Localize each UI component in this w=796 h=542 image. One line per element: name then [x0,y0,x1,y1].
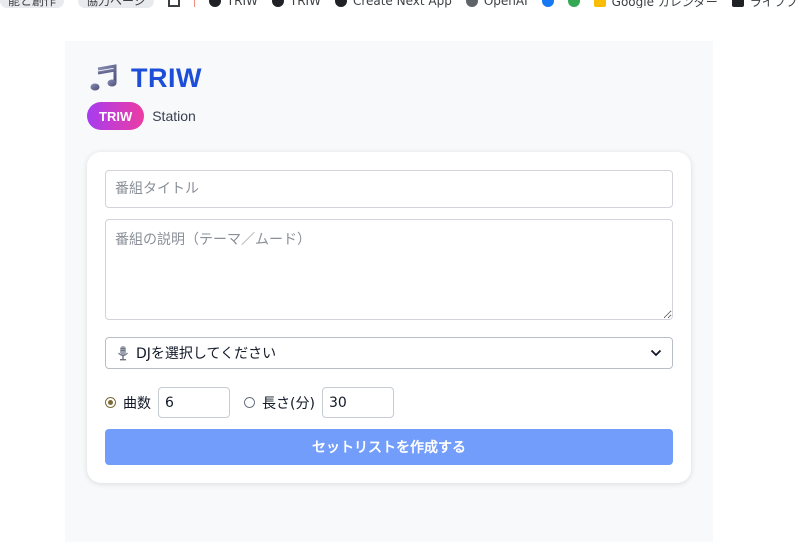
bookmark-item[interactable]: OpenAI [465,0,528,8]
google-calendar-icon [593,0,606,7]
facebook-bookmark[interactable] [541,0,554,7]
dj-select[interactable]: DJを選択してください [105,337,673,369]
brand-row: TRIW Station [87,102,196,130]
duration-label: 長さ(分) [262,395,315,412]
bookmarks-bar: 能と創作 協力ページ TRIW TRIW Create Next App Ope… [0,0,796,8]
nextjs-favicon-icon [334,0,347,7]
dj-select-value: DJを選択してください [136,346,277,362]
bookmark-item[interactable]: Google カレンダー [593,0,718,8]
bookmark-item[interactable] [567,0,580,7]
bookmark-item[interactable]: 能と創作 [0,0,65,8]
radio-duration[interactable] [244,397,255,408]
app-panel: TRIW TRIW Station DJを選択してください 曲数 6 [65,41,713,542]
bookmark-label: Google カレンダー [611,0,718,8]
bookmark-label: TRIW [289,0,321,8]
brand-subtitle: Station [152,108,196,124]
bookmark-item[interactable]: TRIW [208,0,258,8]
bookmark-favicon-icon [731,0,744,7]
app-header: TRIW [89,63,202,93]
program-title-input[interactable] [105,170,673,208]
bookmark-item[interactable]: 協力ページ [78,0,154,8]
bookmark-item[interactable]: ライフプラ [731,0,796,8]
setlist-form-card: DJを選択してください 曲数 6 長さ(分) 30 セットリストを作成する [87,152,691,483]
bookmark-label: 協力ページ [86,0,146,8]
bookmark-label: TRIW [226,0,258,8]
chevron-down-icon [650,349,662,357]
track-count-input[interactable]: 6 [158,387,230,418]
bookmark-label: 能と創作 [8,0,57,8]
bookmark-separator [193,0,195,7]
bookmark-label: Create Next App [352,0,452,8]
bookmark-label: OpenAI [483,0,528,8]
radio-track-count[interactable] [105,397,116,408]
apps-grid-icon[interactable] [167,0,180,7]
length-options: 曲数 6 長さ(分) 30 [105,387,408,418]
green-favicon-icon [567,0,580,7]
triw-favicon-icon [271,0,284,7]
create-setlist-button[interactable]: セットリストを作成する [105,429,673,465]
music-notes-icon [90,64,117,91]
facebook-icon [541,0,554,7]
triw-favicon-icon [208,0,221,7]
bookmark-item[interactable]: Create Next App [334,0,452,8]
openai-favicon-icon [465,0,478,7]
bookmark-label: ライフプラ [749,0,796,8]
program-description-textarea[interactable] [105,219,673,320]
bookmark-item[interactable]: TRIW [271,0,321,8]
duration-input[interactable]: 30 [321,387,394,418]
brand-badge: TRIW [87,102,145,130]
app-title: TRIW [131,62,202,93]
microphone-icon [118,346,128,361]
track-count-label: 曲数 [123,395,151,412]
